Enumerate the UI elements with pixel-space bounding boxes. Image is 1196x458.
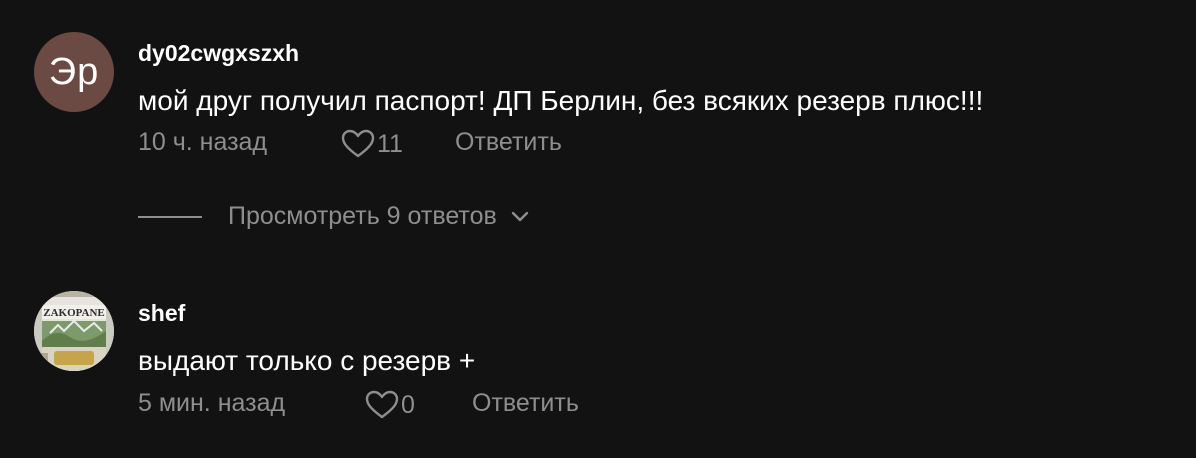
- comment-timestamp: 5 мин. назад: [138, 389, 286, 417]
- comment-username[interactable]: shef: [138, 300, 185, 327]
- view-replies-label: Просмотреть 9 ответов: [228, 202, 497, 230]
- heart-outline-icon: [365, 390, 399, 419]
- avatar[interactable]: Эр: [34, 32, 114, 112]
- avatar[interactable]: ZAKOPANE: [34, 291, 114, 371]
- reply-button[interactable]: Ответить: [455, 128, 562, 157]
- avatar-initials: Эр: [48, 50, 100, 93]
- like-button[interactable]: 0: [365, 390, 415, 420]
- replies-divider-line: [138, 215, 202, 218]
- comment-username[interactable]: dy02cwgxszxh: [138, 40, 299, 67]
- like-count: 11: [377, 129, 403, 158]
- chevron-down-icon: [511, 211, 528, 221]
- like-button[interactable]: 11: [341, 129, 403, 159]
- comment-timestamp: 10 ч. назад: [138, 128, 268, 156]
- view-replies-button[interactable]: Просмотреть 9 ответов: [138, 202, 529, 231]
- comment-text: мой друг получил паспорт! ДП Берлин, без…: [138, 85, 984, 116]
- reply-button[interactable]: Ответить: [472, 389, 579, 418]
- comment-text: выдают только с резерв +: [138, 345, 476, 376]
- like-count: 0: [401, 390, 415, 419]
- avatar-logo-text: ZAKOPANE: [43, 307, 105, 319]
- avatar-photo-image: ZAKOPANE: [34, 291, 114, 371]
- heart-outline-icon: [341, 129, 375, 158]
